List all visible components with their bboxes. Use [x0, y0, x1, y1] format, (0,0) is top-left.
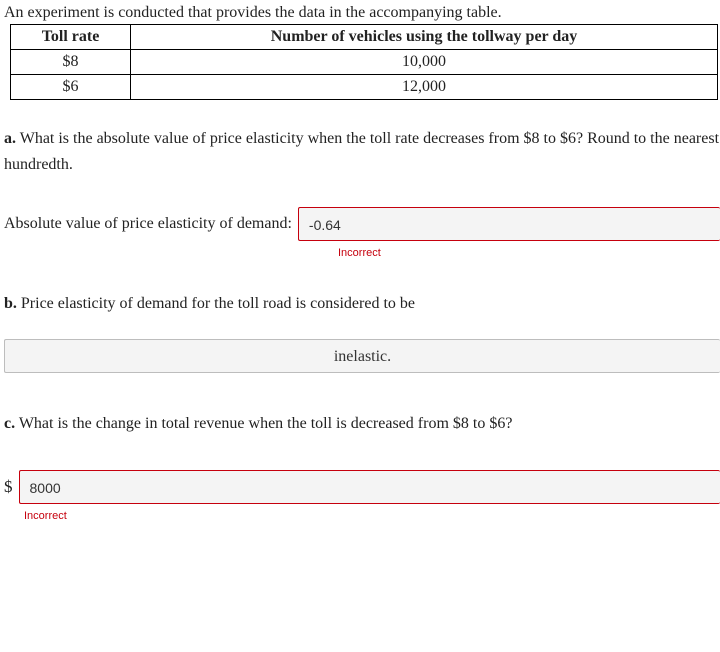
- table-cell: 10,000: [131, 50, 718, 75]
- table-cell: $8: [11, 50, 131, 75]
- answer-b-row: inelastic.: [4, 339, 720, 373]
- question-b: b. Price elasticity of demand for the to…: [4, 291, 720, 317]
- question-a: a. What is the absolute value of price e…: [4, 126, 720, 177]
- answer-a-input[interactable]: -0.64: [298, 207, 720, 241]
- answer-c-row: $ 8000: [4, 470, 720, 504]
- part-c-label: c.: [4, 415, 15, 432]
- intro-text: An experiment is conducted that provides…: [4, 4, 720, 22]
- table-header-vehicles: Number of vehicles using the tollway per…: [131, 25, 718, 50]
- feedback-c: Incorrect: [24, 510, 720, 522]
- part-a-text: What is the absolute value of price elas…: [4, 130, 719, 173]
- table-cell: $6: [11, 75, 131, 100]
- answer-c-input[interactable]: 8000: [19, 470, 720, 504]
- table-row: $6 12,000: [11, 75, 718, 100]
- part-a-label: a.: [4, 130, 16, 147]
- part-b-text: Price elasticity of demand for the toll …: [17, 295, 415, 312]
- table-cell: 12,000: [131, 75, 718, 100]
- answer-a-label: Absolute value of price elasticity of de…: [4, 215, 292, 233]
- part-b-label: b.: [4, 295, 17, 312]
- table-header-toll: Toll rate: [11, 25, 131, 50]
- dollar-prefix: $: [4, 477, 13, 497]
- feedback-a: Incorrect: [338, 247, 720, 259]
- answer-b-select[interactable]: inelastic.: [4, 339, 720, 373]
- data-table: Toll rate Number of vehicles using the t…: [10, 24, 718, 100]
- question-c: c. What is the change in total revenue w…: [4, 411, 720, 437]
- part-c-text: What is the change in total revenue when…: [15, 415, 512, 432]
- answer-a-row: Absolute value of price elasticity of de…: [4, 207, 720, 241]
- table-row: $8 10,000: [11, 50, 718, 75]
